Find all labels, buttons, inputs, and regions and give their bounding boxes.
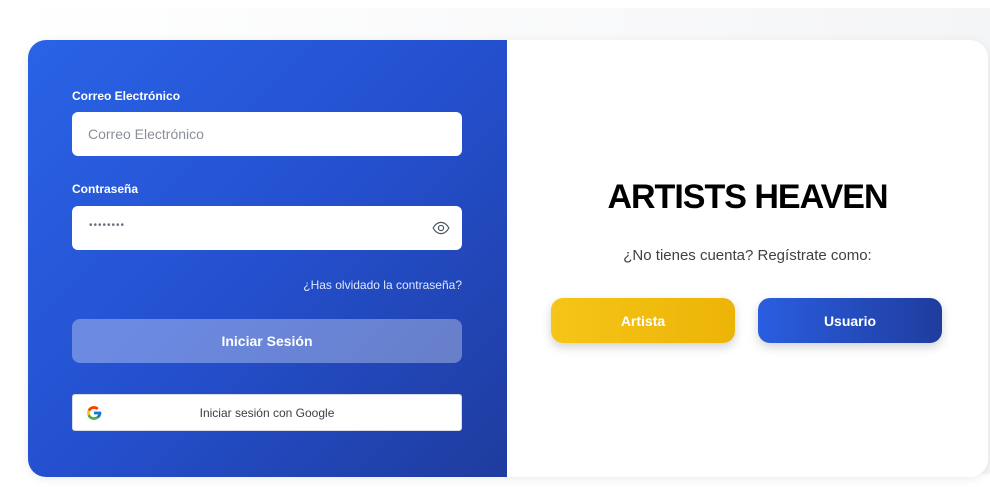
brand-title: ARTISTS HEAVEN xyxy=(607,178,888,216)
register-user-button[interactable]: Usuario xyxy=(758,298,942,343)
login-button[interactable]: Iniciar Sesión xyxy=(72,319,462,363)
google-login-label: Iniciar sesión con Google xyxy=(199,406,335,420)
forgot-password-link[interactable]: ¿Has olvidado la contraseña? xyxy=(303,278,462,292)
password-value: •••••••• xyxy=(89,220,126,231)
eye-icon[interactable] xyxy=(432,219,450,237)
email-label: Correo Electrónico xyxy=(72,89,181,103)
google-login-button[interactable]: Iniciar sesión con Google xyxy=(72,394,462,431)
auth-card: Correo Electrónico Contraseña •••••••• ¿… xyxy=(28,40,988,477)
password-field[interactable]: •••••••• xyxy=(72,206,462,250)
password-label: Contraseña xyxy=(72,182,139,196)
register-artist-button[interactable]: Artista xyxy=(551,298,735,343)
signup-prompt: ¿No tienes cuenta? Regístrate como: xyxy=(623,247,872,264)
login-panel: Correo Electrónico Contraseña •••••••• ¿… xyxy=(28,40,507,477)
signup-panel: ARTISTS HEAVEN ¿No tienes cuenta? Regíst… xyxy=(507,40,988,477)
email-input[interactable] xyxy=(72,112,462,156)
page: Correo Electrónico Contraseña •••••••• ¿… xyxy=(0,0,990,487)
